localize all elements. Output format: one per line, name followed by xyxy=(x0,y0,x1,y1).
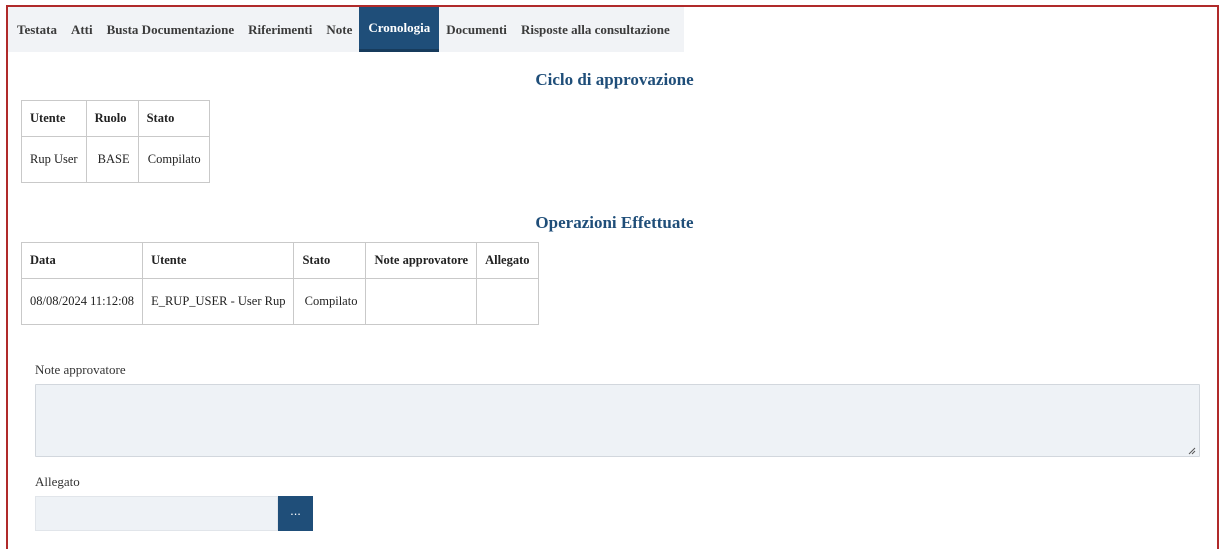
table-row: 08/08/2024 11:12:08 E_RUP_USER - User Ru… xyxy=(20,278,539,325)
column-header-stato: Stato xyxy=(137,100,210,137)
cell-note-approvatore xyxy=(365,278,478,325)
tab-documenti[interactable]: Documenti xyxy=(439,7,514,52)
cell-stato: Compilato xyxy=(293,278,367,325)
table-header-row: Utente Ruolo Stato xyxy=(21,100,210,137)
column-header-ruolo: Ruolo xyxy=(85,100,139,137)
tab-testata[interactable]: Testata xyxy=(8,7,64,52)
cell-allegato xyxy=(476,278,539,325)
cell-ruolo: BASE xyxy=(85,136,139,183)
approval-cycle-title: Ciclo di approvazione xyxy=(535,70,694,89)
tab-riferimenti[interactable]: Riferimenti xyxy=(241,7,319,52)
note-approvatore-textarea[interactable] xyxy=(35,384,1200,457)
tab-bar: Testata Atti Busta Documentazione Riferi… xyxy=(8,7,684,52)
tab-risposte-consultazione[interactable]: Risposte alla consultazione xyxy=(514,7,677,52)
column-header-stato: Stato xyxy=(293,242,367,279)
allegato-label: Allegato xyxy=(35,474,80,489)
operations-title: Operazioni Effettuate xyxy=(535,213,694,232)
column-header-data: Data xyxy=(20,242,144,279)
column-header-note-approvatore: Note approvatore xyxy=(365,242,478,279)
column-header-utente: Utente xyxy=(21,100,87,137)
cell-data: 08/08/2024 11:12:08 xyxy=(20,278,144,325)
tab-atti[interactable]: Atti xyxy=(64,7,100,52)
note-approvatore-label: Note approvatore xyxy=(35,362,126,377)
cell-utente: E_RUP_USER - User Rup xyxy=(142,278,295,325)
resize-grip-icon[interactable] xyxy=(1188,447,1196,455)
operations-table: Data Utente Stato Note approvatore Alleg… xyxy=(20,242,539,325)
browse-button[interactable]: ... xyxy=(278,496,313,531)
allegato-input[interactable] xyxy=(35,496,278,531)
cell-stato: Compilato xyxy=(137,136,210,183)
table-row: Rup User BASE Compilato xyxy=(21,136,210,183)
table-header-row: Data Utente Stato Note approvatore Alleg… xyxy=(20,242,539,279)
cell-utente: Rup User xyxy=(21,136,87,183)
tab-note[interactable]: Note xyxy=(319,7,359,52)
tab-cronologia[interactable]: Cronologia xyxy=(359,7,440,52)
content-frame: Testata Atti Busta Documentazione Riferi… xyxy=(6,5,1219,549)
tab-busta-documentazione[interactable]: Busta Documentazione xyxy=(100,7,241,52)
approval-table: Utente Ruolo Stato Rup User BASE Compila… xyxy=(21,100,210,183)
column-header-allegato: Allegato xyxy=(476,242,539,279)
column-header-utente: Utente xyxy=(142,242,295,279)
